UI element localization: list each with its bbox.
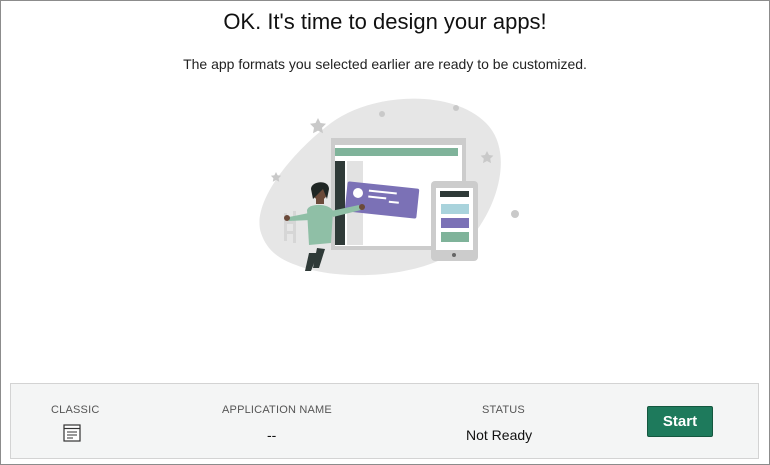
start-button[interactable]: Start <box>647 406 713 437</box>
design-apps-illustration <box>259 98 519 276</box>
page-subtitle: The app formats you selected earlier are… <box>183 56 587 72</box>
application-name-value: -- <box>267 427 277 443</box>
application-name-label: APPLICATION NAME <box>222 404 332 416</box>
app-format-row: CLASSIC APPLICATION NAME -- STATUS Not R… <box>10 383 759 459</box>
status-label: STATUS <box>482 404 525 416</box>
document-list-icon <box>63 424 81 442</box>
status-value: Not Ready <box>466 427 533 443</box>
app-design-page: OK. It's time to design your apps! The a… <box>0 0 770 465</box>
page-title: OK. It's time to design your apps! <box>223 9 547 34</box>
classic-label: CLASSIC <box>51 404 100 416</box>
